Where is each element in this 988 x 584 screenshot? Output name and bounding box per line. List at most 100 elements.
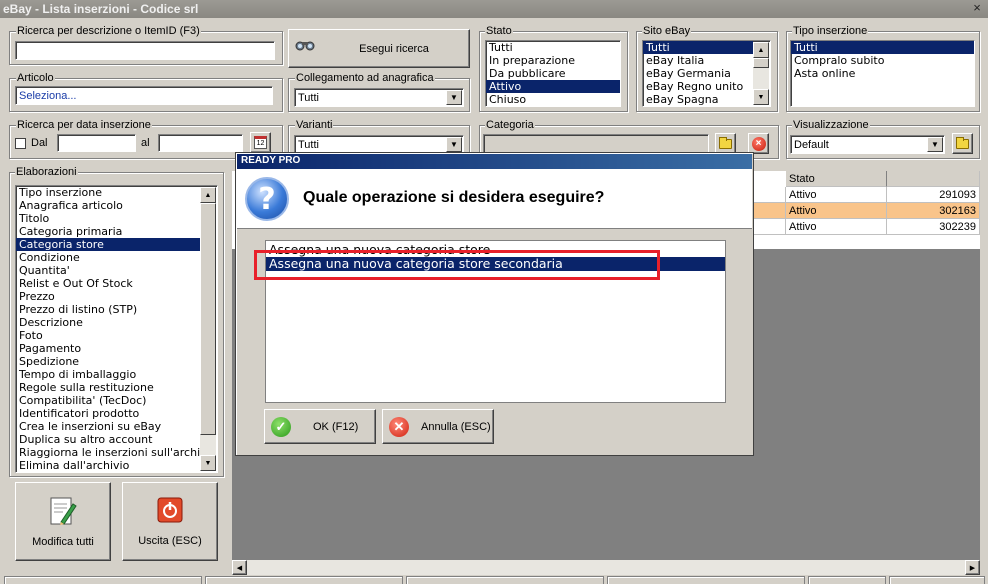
grid-header-id[interactable] [887, 171, 980, 187]
grid-cell-stato[interactable]: Attivo [786, 219, 887, 235]
scroll-thumb[interactable] [753, 58, 769, 68]
list-item[interactable]: Da pubblicare [486, 67, 620, 80]
list-item[interactable]: Relist e Out Of Stock [16, 277, 200, 290]
modifica-tutti-label: Modifica tutti [32, 535, 94, 548]
uscita-button[interactable]: Uscita (ESC) [122, 482, 218, 561]
list-item[interactable]: Tutti [643, 41, 753, 54]
search-button-label: Esegui ricerca [359, 42, 429, 55]
table-row[interactable] [754, 219, 786, 235]
list-item[interactable]: Prezzo [16, 290, 200, 303]
list-item[interactable]: Tipo inserzione [16, 186, 200, 199]
list-item[interactable]: Categoria primaria [16, 225, 200, 238]
scroll-right-icon[interactable]: ▶ [965, 560, 980, 575]
categoria-input[interactable] [483, 134, 709, 153]
chevron-down-icon[interactable]: ▼ [927, 137, 943, 152]
dal-date-input[interactable] [57, 134, 136, 152]
clear-icon: × [751, 136, 766, 151]
ok-button[interactable]: ✓ OK (F12) [264, 409, 376, 444]
list-item[interactable]: Identificatori prodotto [16, 407, 200, 420]
scrollbar[interactable]: ▲ ▼ [200, 187, 216, 471]
list-item[interactable]: Tutti [486, 41, 620, 54]
dialog-question: Quale operazione si desidera eseguire? [303, 189, 605, 206]
scroll-down-icon[interactable]: ▼ [200, 455, 216, 471]
elaborazioni-label: Elaborazioni [15, 166, 78, 178]
list-item[interactable]: Prezzo di listino (STP) [16, 303, 200, 316]
scroll-left-icon[interactable]: ◀ [232, 560, 247, 575]
scrollbar[interactable]: ▲ ▼ [753, 42, 769, 105]
calendar-button[interactable]: 12 [250, 132, 271, 153]
grid-header-stato[interactable]: Stato [786, 171, 887, 187]
list-item[interactable]: Compralo subito [791, 54, 974, 67]
scroll-up-icon[interactable]: ▲ [200, 187, 216, 203]
search-button[interactable]: Esegui ricerca [288, 29, 470, 68]
calendar-icon: 12 [254, 136, 267, 149]
list-item[interactable]: eBay Germania [643, 67, 753, 80]
collegamento-label: Collegamento ad anagrafica [295, 72, 435, 84]
check-icon: ✓ [271, 416, 291, 437]
grid-cell-stato[interactable]: Attivo [786, 187, 887, 203]
question-icon: ? [245, 177, 289, 221]
list-item[interactable]: Tutti [791, 41, 974, 54]
list-item[interactable]: Quantita' [16, 264, 200, 277]
horizontal-scrollbar[interactable]: ◀ ▶ [232, 560, 980, 575]
grid-cell-stato[interactable]: Attivo [786, 203, 887, 219]
sito-ebay-listbox[interactable]: Tutti eBay Italia eBay Germania eBay Reg… [642, 40, 771, 107]
visualizzazione-folder-button[interactable] [952, 133, 973, 154]
table-row[interactable] [754, 203, 786, 219]
list-item[interactable]: Riaggiorna le inserzioni sull'archivio [16, 446, 200, 459]
chevron-down-icon[interactable]: ▼ [446, 137, 462, 152]
list-item[interactable]: Foto [16, 329, 200, 342]
articolo-input[interactable]: Seleziona... [15, 86, 273, 105]
collegamento-select[interactable]: Tutti ▼ [294, 88, 464, 107]
dal-checkbox[interactable] [15, 138, 26, 149]
list-item[interactable]: Regole sulla restituzione [16, 381, 200, 394]
tipo-inserzione-label: Tipo inserzione [792, 25, 869, 37]
window-title: eBay - Lista inserzioni - Codice srl [0, 0, 988, 18]
list-item[interactable]: Duplica su altro account [16, 433, 200, 446]
cancel-button[interactable]: ✕ Annulla (ESC) [382, 409, 494, 444]
list-item[interactable]: Elimina dall'archivio [16, 459, 200, 472]
search-input[interactable] [15, 41, 275, 60]
grid-cell-id[interactable]: 302239 [887, 219, 980, 235]
tipo-inserzione-listbox[interactable]: Tutti Compralo subito Asta online [790, 40, 975, 107]
categoria-clear-button[interactable]: × [748, 133, 769, 154]
list-item[interactable]: Crea le inserzioni su eBay [16, 420, 200, 433]
list-item[interactable]: Attivo [486, 80, 620, 93]
stato-label: Stato [485, 25, 513, 37]
list-item[interactable]: Condizione [16, 251, 200, 264]
list-item[interactable]: Categoria store [16, 238, 200, 251]
list-item[interactable]: Descrizione [16, 316, 200, 329]
elaborazioni-listbox[interactable]: Tipo inserzione Anagrafica articolo Titolo… [15, 185, 218, 473]
chevron-down-icon[interactable]: ▼ [446, 90, 462, 105]
search-label: Ricerca per descrizione o ItemID (F3) [16, 25, 201, 37]
cancel-icon: ✕ [389, 416, 409, 437]
list-item[interactable]: Tempo di imballaggio [16, 368, 200, 381]
grid-cell-id[interactable]: 291093 [887, 187, 980, 203]
modifica-tutti-button[interactable]: Modifica tutti [15, 482, 111, 561]
list-item[interactable]: Compatibilita' (TecDoc) [16, 394, 200, 407]
stato-listbox[interactable]: Tutti In preparazione Da pubblicare Atti… [485, 40, 621, 107]
list-item[interactable]: eBay Italia [643, 54, 753, 67]
scroll-up-icon[interactable]: ▲ [753, 42, 769, 58]
dal-label: Dal [31, 137, 48, 149]
list-item[interactable]: In preparazione [486, 54, 620, 67]
list-item[interactable]: Pagamento [16, 342, 200, 355]
articolo-select-link[interactable]: Seleziona... [19, 90, 76, 102]
scroll-down-icon[interactable]: ▼ [753, 89, 769, 105]
visualizzazione-select[interactable]: Default ▼ [790, 135, 945, 154]
table-row[interactable] [754, 187, 786, 203]
list-item[interactable]: Titolo [16, 212, 200, 225]
al-date-input[interactable] [158, 134, 243, 152]
categoria-label: Categoria [485, 119, 535, 131]
list-item[interactable]: Chiuso [486, 93, 620, 106]
scroll-thumb[interactable] [200, 203, 216, 435]
grid-cell-id[interactable]: 302163 [887, 203, 980, 219]
binoculars-icon [295, 39, 315, 51]
list-item[interactable]: Asta online [791, 67, 974, 80]
list-item[interactable]: eBay Regno unito [643, 80, 753, 93]
categoria-browse-button[interactable] [715, 133, 736, 154]
close-icon[interactable]: × [970, 1, 984, 15]
list-item[interactable]: eBay Spagna [643, 93, 753, 106]
list-item[interactable]: Spedizione [16, 355, 200, 368]
list-item[interactable]: Anagrafica articolo [16, 199, 200, 212]
